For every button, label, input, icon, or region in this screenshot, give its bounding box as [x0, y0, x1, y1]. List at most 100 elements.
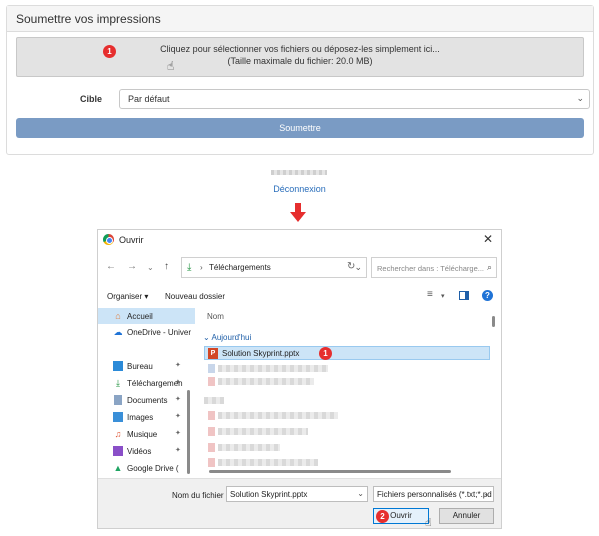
breadcrumb-separator-icon: › [200, 263, 203, 272]
videos-icon [113, 446, 123, 456]
sidebar-item-label: Accueil [127, 312, 153, 321]
dropzone-instruction: Cliquez pour sélectionner vos fichiers o… [160, 44, 440, 54]
chevron-down-icon: ⌄ [576, 93, 584, 103]
file-row-selected[interactable]: P Solution Skyprint.pptx 1 [204, 346, 490, 360]
sidebar-item-images[interactable]: Images ✦ [98, 409, 195, 425]
file-type-filter[interactable]: Fichiers personnalisés (*.txt;*.pd ⌄ [373, 486, 494, 502]
chevron-down-icon: ⌄ [203, 333, 210, 342]
redacted-file-row[interactable] [218, 428, 308, 435]
navigation-pane: ⌂ Accueil ☁ OneDrive - Univer Bureau ✦ ⤓… [98, 306, 195, 478]
sidebar-scrollbar[interactable] [187, 390, 190, 474]
documents-icon [114, 395, 122, 405]
cancel-button[interactable]: Annuler [439, 508, 494, 524]
google-drive-icon: ▲ [113, 463, 123, 473]
organize-label: Organiser [107, 292, 143, 301]
filename-value: Solution Skyprint.pptx [230, 490, 308, 499]
back-arrow-icon[interactable]: ← [106, 261, 116, 272]
redacted-file-row[interactable] [218, 444, 280, 451]
search-icon: ⌕ [486, 262, 492, 272]
sidebar-item-musique[interactable]: ♫ Musique ✦ [98, 426, 195, 442]
file-list: Nom ⌄ Aujourd'hui P Solution Skyprint.pp… [198, 306, 498, 478]
file-icon [208, 411, 215, 420]
file-open-dialog: Ouvrir ✕ ← → ⌄ ↑ ⤓ › Téléchargements ⌄ ↻… [97, 229, 502, 529]
sidebar-item-label: Bureau [127, 362, 153, 371]
organize-menu[interactable]: Organiser ▾ [107, 292, 148, 301]
view-dropdown-icon[interactable]: ▾ [441, 292, 445, 300]
images-icon [113, 412, 123, 422]
refresh-icon[interactable]: ↻ [347, 261, 355, 272]
submit-button[interactable]: Soumettre [16, 118, 584, 138]
dialog-toolbar: Organiser ▾ Nouveau dossier ≡ ▾ ? [98, 286, 501, 306]
file-icon [208, 427, 215, 436]
navigation-bar: ← → ⌄ ↑ ⤓ › Téléchargements ⌄ ↻ Recherch… [98, 255, 501, 281]
redacted-file-row[interactable] [218, 378, 314, 385]
filter-value: Fichiers personnalisés (*.txt;*.pd [377, 490, 492, 499]
search-input[interactable]: Rechercher dans : Télécharge... ⌕ [371, 257, 497, 278]
file-icon [208, 458, 215, 467]
redacted-group-header [204, 397, 224, 404]
address-path: Téléchargements [209, 263, 271, 272]
group-header-today[interactable]: ⌄ Aujourd'hui [203, 333, 251, 342]
step-badge-2: 2 [376, 510, 389, 523]
file-dropzone[interactable]: Cliquez pour sélectionner vos fichiers o… [16, 37, 584, 77]
close-icon[interactable]: ✕ [483, 232, 493, 246]
chevron-down-icon[interactable]: ⌄ [357, 489, 364, 498]
sidebar-item-bureau[interactable]: Bureau ✦ [98, 358, 195, 374]
filename-label: Nom du fichier : [172, 491, 229, 500]
sidebar-item-label: Images [127, 413, 154, 422]
redacted-file-row[interactable] [218, 459, 318, 466]
file-name: Solution Skyprint.pptx [222, 349, 300, 358]
desktop-icon [113, 361, 123, 371]
target-select[interactable]: Par défaut ⌄ [119, 89, 590, 109]
dialog-title: Ouvrir [119, 235, 144, 245]
sidebar-item-accueil[interactable]: ⌂ Accueil [98, 308, 195, 324]
sidebar-item-label: Musique [127, 430, 158, 439]
target-label: Cible [80, 94, 103, 104]
sidebar-item-google-drive[interactable]: ▲ Google Drive ( [98, 460, 195, 476]
file-list-scrollbar[interactable] [492, 316, 495, 327]
music-icon: ♫ [114, 429, 122, 439]
sidebar-item-label: OneDrive - Univer [127, 328, 192, 337]
file-icon [208, 364, 215, 373]
cancel-button-label: Annuler [452, 511, 481, 520]
sidebar-item-videos[interactable]: Vidéos ✦ [98, 443, 195, 459]
sidebar-item-label: Vidéos [127, 447, 152, 456]
download-icon: ⤓ [116, 378, 120, 388]
pin-icon: ✦ [175, 396, 181, 403]
chevron-down-icon[interactable]: ⌄ [483, 489, 490, 498]
redacted-username [271, 170, 327, 175]
cloud-icon: ☁ [113, 327, 123, 337]
redacted-file-row[interactable] [218, 365, 328, 372]
dialog-footer: Nom du fichier : Solution Skyprint.pptx … [98, 478, 501, 529]
pin-icon: ✦ [175, 362, 181, 369]
help-icon[interactable]: ? [482, 290, 493, 301]
recent-chevron-icon[interactable]: ⌄ [147, 263, 154, 272]
dropzone-size-limit: (Taille maximale du fichier: 20.0 MB) [227, 56, 373, 66]
sidebar-item-documents[interactable]: Documents ✦ [98, 392, 195, 408]
sidebar-item-telechargements[interactable]: ⤓ Téléchargemen ✦ [98, 375, 195, 391]
filename-input[interactable]: Solution Skyprint.pptx ⌄ [226, 486, 368, 502]
sidebar-item-label: Documents [127, 396, 168, 405]
chevron-down-icon[interactable]: ⌄ [354, 262, 362, 273]
download-icon: ⤓ [187, 262, 192, 273]
redacted-file-row[interactable] [218, 412, 338, 419]
up-arrow-icon[interactable]: ↑ [164, 261, 169, 272]
preview-pane-icon[interactable] [459, 291, 469, 300]
pin-icon: ✦ [175, 430, 181, 437]
pin-icon: ✦ [175, 413, 181, 420]
column-header-name[interactable]: Nom [207, 312, 224, 321]
forward-arrow-icon[interactable]: → [127, 261, 137, 272]
sidebar-item-onedrive[interactable]: ☁ OneDrive - Univer [98, 324, 195, 340]
logout-link[interactable]: Déconnexion [0, 184, 599, 194]
step-badge-1: 1 [103, 45, 116, 58]
new-folder-button[interactable]: Nouveau dossier [165, 292, 225, 301]
horizontal-scrollbar[interactable] [209, 470, 451, 473]
powerpoint-icon: P [208, 348, 218, 359]
open-button-label: Ouvrir [390, 511, 412, 520]
target-select-value: Par défaut [128, 94, 170, 104]
address-bar[interactable]: ⤓ › Téléchargements ⌄ [181, 257, 367, 278]
file-icon [208, 443, 215, 452]
pin-icon: ✦ [175, 379, 181, 386]
view-options-icon[interactable]: ≡ [427, 289, 433, 300]
panel-title: Soumettre vos impressions [7, 6, 593, 32]
